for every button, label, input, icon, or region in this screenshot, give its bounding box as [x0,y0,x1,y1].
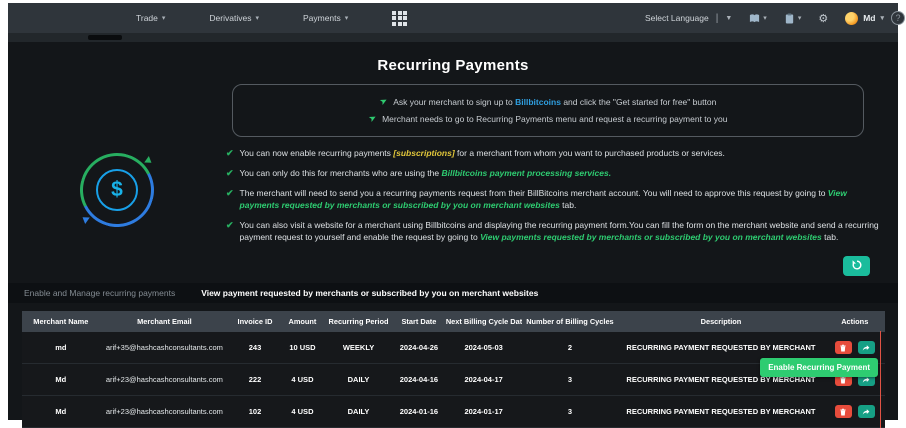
chevron-down-icon: ▾ [344,15,349,22]
app-window: Trade ▾ Derivatives ▾ Payments ▾ Select … [8,3,905,428]
delete-recurring-button[interactable] [834,340,852,355]
col-actions: Actions [824,311,885,333]
tabs-bar: Enable and Manage recurring payments Vie… [8,283,898,304]
chevron-down-icon: ▼ [725,14,733,22]
send-icon: ➤ [366,111,378,125]
settings-button[interactable]: ⚙ [818,12,828,25]
nav-menu: Trade ▾ Derivatives ▾ Payments ▾ [8,10,408,26]
payments-table: Merchant Name Merchant Email Invoice ID … [22,311,885,428]
trash-icon [839,404,847,419]
reports-menu[interactable]: ▾ [784,13,802,24]
col-invoice-id: Invoice ID [229,311,281,333]
table-row: Md arif+23@hashcashconsultants.com 102 4… [22,395,885,428]
chevron-down-icon: ▾ [880,15,884,22]
recurring-dollar-icon: $ [70,143,164,237]
top-navbar: Trade ▾ Derivatives ▾ Payments ▾ Select … [8,3,905,33]
col-merchant-name: Merchant Name [22,311,100,333]
user-name: Md [863,13,876,23]
table-row: Md arif+23@hashcashconsultants.com 222 4… [22,363,885,397]
col-amount: Amount [280,311,325,333]
chevron-down-icon: ▾ [161,15,166,22]
avatar [845,11,859,25]
col-next-billing: Next Billing Cycle Date [444,311,523,333]
chevron-down-icon: ▾ [255,15,259,22]
instruction-line: ➤ Ask your merchant to sign up to Billbi… [377,94,717,108]
notes-section: $ ✔ You can now enable recurring payment… [8,143,898,250]
strip-tab [88,35,122,40]
col-description: Description [617,311,825,333]
note-item: ✔ You can only do this for merchants who… [226,167,880,180]
note-item: ✔ The merchant will need to send you a r… [226,188,847,211]
book-icon [749,13,760,24]
col-start-date: Start Date [393,311,445,333]
tab-view-requested[interactable]: View payment requested by merchants or s… [201,288,538,298]
nav-right-group: Select Language | ▼ ▾ ▾ ⚙ Md ▾ [645,11,898,25]
table-row: md arif+35@hashcashconsultants.com 243 1… [22,332,885,365]
clipboard-icon [784,13,795,24]
orders-menu[interactable]: ▾ [749,13,767,24]
highlight-line [880,331,881,428]
send-icon: ➤ [377,94,389,108]
forward-arrow-icon [862,404,870,419]
billbitcoins-link[interactable]: Billbitcoins [515,97,561,107]
delete-recurring-button[interactable] [834,404,852,419]
secondary-strip [8,33,898,42]
col-recurring-period: Recurring Period [324,311,394,333]
forward-arrow-icon [862,340,870,355]
enable-recurring-button[interactable] [857,404,875,419]
language-selector[interactable]: Select Language | ▼ [645,13,732,24]
instructions-box: ➤ Ask your merchant to sign up to Billbi… [232,84,864,137]
table-header-row: Merchant Name Merchant Email Invoice ID … [22,311,885,333]
trash-icon [839,340,847,355]
chevron-down-icon: ▾ [763,15,767,22]
note-item: ✔ You can now enable recurring payments … [226,147,880,160]
gear-icon: ⚙ [818,12,829,25]
note-item: ✔ You can also visit a website for a mer… [226,219,879,243]
refresh-icon [851,259,863,274]
col-merchant-email: Merchant Email [99,311,230,333]
col-billing-cycles: Number of Billing Cycles [522,311,618,333]
check-icon: ✔ [226,168,234,179]
check-icon: ✔ [226,148,234,158]
user-menu[interactable]: Md ▾ [845,11,884,25]
refresh-button[interactable] [843,256,870,277]
help-icon[interactable]: ? [891,11,905,25]
apps-grid-icon[interactable] [392,10,408,26]
notes-list: ✔ You can now enable recurring payments … [226,147,898,250]
tab-enable-manage[interactable]: Enable and Manage recurring payments [24,288,175,298]
page-title: Recurring Payments [377,57,529,74]
chevron-down-icon: ▾ [797,15,802,22]
nav-payments[interactable]: Payments ▾ [303,13,348,23]
instruction-line: ➤ Merchant needs to go to Recurring Paym… [366,111,728,125]
nav-derivatives[interactable]: Derivatives ▾ [209,13,259,23]
nav-trade[interactable]: Trade ▾ [136,13,165,23]
enable-recurring-button[interactable] [857,340,875,355]
check-icon: ✔ [226,188,234,199]
enable-recurring-tooltip: Enable Recurring Payment [760,358,878,377]
check-icon: ✔ [226,219,234,230]
view-payments-link[interactable]: View payments requested by merchants or … [480,232,822,242]
